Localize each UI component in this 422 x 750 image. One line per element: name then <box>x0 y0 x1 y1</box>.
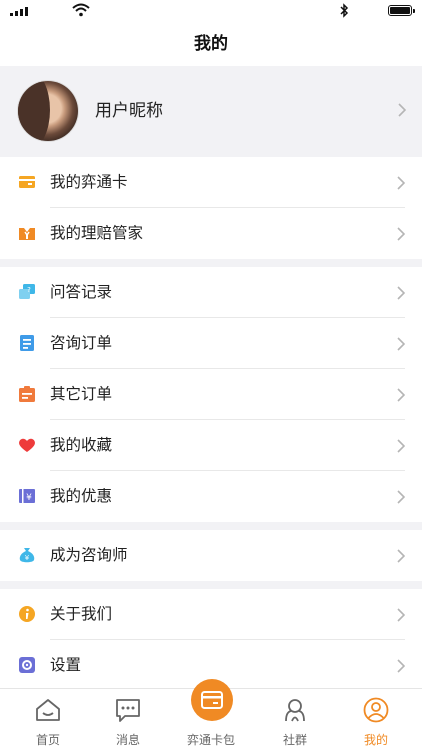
menu-item-label: 我的理赔管家 <box>50 224 144 242</box>
chevron-right-icon <box>397 337 405 351</box>
menu-item-label: 其它订单 <box>50 385 113 403</box>
menu-group-cards: 我的弈通卡 我的理赔管家 <box>0 157 422 259</box>
menu-item-about-us[interactable]: 关于我们 <box>0 589 422 640</box>
menu-item-other-orders[interactable]: 其它订单 <box>0 369 422 420</box>
qa-icon: ? <box>19 284 35 299</box>
profile-header[interactable]: 用户昵称 <box>0 66 422 156</box>
heart-icon <box>19 438 35 452</box>
menu-item-yitong-card[interactable]: 我的弈通卡 <box>0 157 422 208</box>
home-icon <box>36 699 60 721</box>
menu-item-label: 我的优惠 <box>50 487 113 505</box>
tab-label: 首页 <box>35 733 60 747</box>
menu-item-claims-butler[interactable]: 我的理赔管家 <box>0 208 422 259</box>
menu-item-label: 设置 <box>50 656 82 674</box>
chevron-right-icon <box>397 176 405 190</box>
menu-group-about: 关于我们 设置 <box>0 589 422 691</box>
signal-icon <box>10 7 28 16</box>
tab-community[interactable]: 社群 <box>255 689 335 750</box>
tab-label: 弈通卡包 <box>186 733 235 747</box>
card-icon <box>19 176 35 188</box>
status-bar <box>0 0 422 22</box>
tab-label: 社群 <box>282 733 307 747</box>
butler-icon <box>19 228 35 240</box>
menu-item-consult-orders[interactable]: 咨询订单 <box>0 318 422 369</box>
user-nickname: 用户昵称 <box>95 101 163 121</box>
chevron-right-icon <box>398 103 406 117</box>
nav-bar: 我的 <box>0 22 422 66</box>
profile-icon <box>363 697 389 723</box>
battery-icon <box>388 5 415 16</box>
card-wallet-icon <box>201 691 223 709</box>
tab-label: 消息 <box>115 733 140 747</box>
tab-profile[interactable]: 我的 <box>336 689 416 750</box>
chevron-right-icon <box>397 439 405 453</box>
menu-item-label: 我的收藏 <box>50 436 113 454</box>
tab-home[interactable]: 首页 <box>8 689 88 750</box>
menu-item-label: 成为咨询师 <box>50 546 128 564</box>
message-icon <box>116 699 140 722</box>
tab-bar: 首页 消息 弈通卡包 社群 我的 <box>0 679 422 750</box>
menu-item-label: 咨询订单 <box>50 334 113 352</box>
other-order-icon <box>19 386 35 402</box>
menu-group-orders: ? 问答记录 咨询订单 其它订单 我的收藏 ¥ 我的优惠 <box>0 267 422 522</box>
settings-icon <box>19 657 35 673</box>
chevron-right-icon <box>397 490 405 504</box>
tab-label: 我的 <box>363 733 388 747</box>
menu-item-label: 问答记录 <box>50 283 113 301</box>
bluetooth-icon <box>340 3 349 18</box>
community-icon <box>285 699 305 722</box>
svg-text:¥: ¥ <box>26 493 32 503</box>
consult-order-icon <box>20 335 34 351</box>
tab-messages[interactable]: 消息 <box>88 689 168 750</box>
chevron-right-icon <box>397 286 405 300</box>
menu-item-label: 关于我们 <box>50 605 113 623</box>
info-icon <box>19 606 35 622</box>
menu-item-label: 我的弈通卡 <box>50 173 128 191</box>
menu-item-favorites[interactable]: 我的收藏 <box>0 420 422 471</box>
svg-text:?: ? <box>27 286 31 294</box>
moneybag-icon: ¥ <box>19 548 35 563</box>
menu-group-consultant: ¥ 成为咨询师 <box>0 530 422 581</box>
chevron-right-icon <box>397 549 405 563</box>
coupon-icon: ¥ <box>19 489 35 503</box>
svg-text:¥: ¥ <box>25 554 30 562</box>
card-wallet-button[interactable] <box>191 679 233 721</box>
chevron-right-icon <box>397 659 405 673</box>
menu-item-become-consultant[interactable]: ¥ 成为咨询师 <box>0 530 422 581</box>
wifi-icon <box>72 3 90 17</box>
avatar[interactable] <box>18 81 78 141</box>
chevron-right-icon <box>397 388 405 402</box>
chevron-right-icon <box>397 227 405 241</box>
chevron-right-icon <box>397 608 405 622</box>
menu-item-coupons[interactable]: ¥ 我的优惠 <box>0 471 422 522</box>
menu-item-qa-records[interactable]: ? 问答记录 <box>0 267 422 318</box>
page-title: 我的 <box>194 34 228 54</box>
